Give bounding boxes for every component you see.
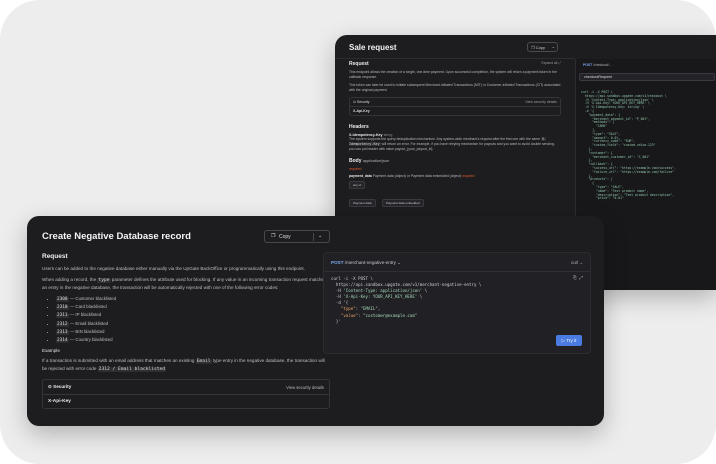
type-description: When adding a record, the type parameter… bbox=[42, 277, 327, 290]
error-code-list: 2308 — Customer blacklisted 2310 — Card … bbox=[42, 295, 330, 344]
page-title: Sale request bbox=[349, 43, 397, 52]
list-item: 2314 — Country blacklisted bbox=[56, 336, 330, 344]
list-item: 2311 — IP blacklisted bbox=[56, 311, 330, 319]
option-payment-data-embedded[interactable]: Payment data embedded bbox=[381, 199, 424, 207]
security-label: ⊙ Security bbox=[353, 100, 370, 104]
shield-icon: ⊙ bbox=[48, 384, 52, 390]
example-text: If a transaction is submitted with an em… bbox=[42, 358, 325, 373]
code-sample-card: POST /merchant-negative-entry ⌄ curl ⌄ ⎘… bbox=[323, 252, 591, 354]
code-endpoint: POST /merchant-negative-entry ⌄ bbox=[331, 260, 402, 265]
chevron-down-icon[interactable]: ⌄ bbox=[552, 44, 555, 49]
code-sample: curl -i -X POST \ https://api.sandbox.up… bbox=[331, 276, 482, 324]
header-description: The system supports the query deduplicat… bbox=[349, 137, 555, 151]
expand-all-link[interactable]: Expand all ⤢ bbox=[542, 61, 562, 65]
copy-button[interactable]: ❐ Copy ⌄ bbox=[264, 230, 330, 243]
negative-db-panel: Create Negative Database record ❐ Copy ⌄… bbox=[27, 216, 604, 426]
security-details-link[interactable]: View security details bbox=[525, 100, 557, 104]
request-description: This endpoint allows the creation of a s… bbox=[349, 70, 557, 79]
divider bbox=[335, 58, 575, 59]
divider bbox=[324, 271, 590, 272]
divider bbox=[313, 233, 314, 241]
list-item: 2310 — Card blacklisted bbox=[56, 303, 330, 311]
copy-label: Copy bbox=[535, 44, 546, 50]
request-heading: Request bbox=[42, 253, 68, 260]
security-box: ⊙ Security View security details X-Api-K… bbox=[42, 379, 330, 410]
language-select[interactable]: curl ⌄ bbox=[571, 260, 583, 266]
copy-label: Copy bbox=[279, 234, 291, 240]
list-item: 2313 — BIN blacklisted bbox=[56, 328, 330, 336]
security-label: ⊙ Security bbox=[48, 384, 72, 390]
request-description: Users can be added to the negative datab… bbox=[42, 266, 305, 271]
option-payment-data[interactable]: Payment data bbox=[349, 199, 376, 207]
required-label: required bbox=[349, 167, 362, 171]
api-key-label: X-Api-Key bbox=[350, 106, 560, 115]
list-item: 2308 — Customer blacklisted bbox=[56, 295, 330, 303]
code-endpoint: POST /checkout/... bbox=[583, 63, 612, 67]
request-docs: Request Expand all ⤢ This endpoint allow… bbox=[349, 61, 561, 209]
page-title: Create Negative Database record bbox=[42, 231, 191, 242]
chevron-down-icon[interactable]: ⌄ bbox=[318, 233, 322, 239]
request-description-2: This token can later be used to initiate… bbox=[349, 83, 561, 92]
payment-data-field: payment_data Payment data (object) or Pa… bbox=[349, 174, 475, 178]
expand-icon[interactable]: ⤢ bbox=[579, 275, 583, 280]
schema-options: Payment data Payment data embedded bbox=[349, 191, 561, 209]
security-details-link[interactable]: View security details bbox=[286, 385, 324, 390]
copy-button[interactable]: ❐ Copy ⌄ bbox=[527, 42, 558, 52]
request-name-field[interactable]: checkoutRequest bbox=[579, 73, 715, 81]
api-key-label: X-Api-Key bbox=[48, 399, 71, 405]
example-label: Example bbox=[42, 348, 60, 354]
copy-code-icon[interactable]: ⎘ bbox=[573, 275, 577, 280]
try-it-button[interactable]: ▷ Try it bbox=[556, 335, 582, 346]
copy-icon: ❐ bbox=[271, 233, 276, 239]
code-sample: curl -i -X POST \ https://api.sandbox.up… bbox=[581, 90, 676, 201]
security-box: ⊙ Security View security details X-Api-K… bbox=[349, 97, 561, 116]
list-item: 2312 — Email blacklisted bbox=[56, 320, 330, 328]
any-of-label: any of bbox=[349, 181, 561, 189]
request-heading: Request bbox=[349, 61, 369, 67]
headers-heading: Headers bbox=[349, 124, 369, 130]
code-tools: ⎘ ⤢ bbox=[573, 275, 583, 280]
request-docs: Request Users can be added to the negati… bbox=[42, 253, 330, 410]
body-heading: Body application/json bbox=[349, 158, 390, 164]
